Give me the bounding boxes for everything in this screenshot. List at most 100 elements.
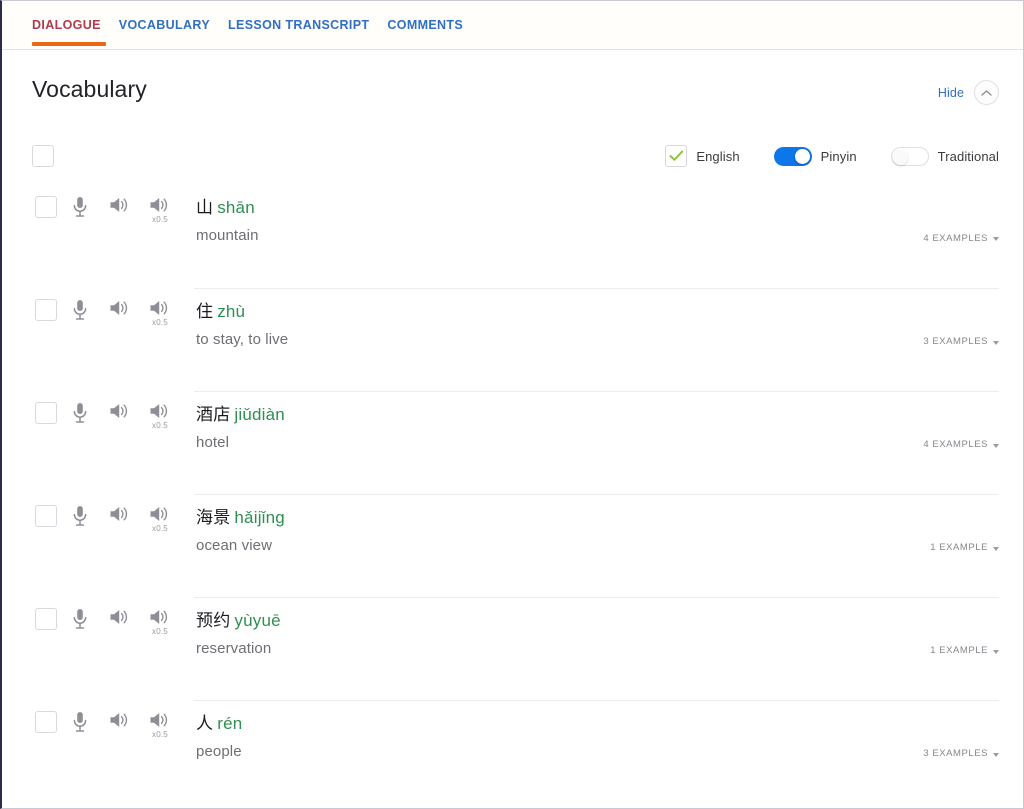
hanzi-text: 住: [196, 302, 214, 321]
play-audio-button[interactable]: [100, 196, 140, 214]
meaning-text: people: [196, 743, 242, 760]
hanzi-text: 海景: [196, 508, 231, 527]
option-english[interactable]: English: [665, 145, 740, 167]
row-select-checkbox[interactable]: [35, 608, 57, 630]
chevron-down-icon: [993, 237, 999, 241]
record-button[interactable]: [60, 402, 100, 424]
tab-lesson-transcript[interactable]: LESSON TRANSCRIPT: [228, 1, 369, 32]
row-checkbox-cell[interactable]: [32, 196, 60, 218]
record-button[interactable]: [60, 711, 100, 733]
tab-vocabulary[interactable]: VOCABULARY: [119, 1, 210, 32]
row-select-checkbox[interactable]: [35, 711, 57, 733]
pinyin-switch[interactable]: [773, 146, 812, 166]
display-option-toggles: English Pinyin Traditional: [665, 145, 999, 167]
speaker-icon: [150, 198, 168, 212]
microphone-icon: [73, 300, 87, 320]
traditional-switch-knob: [892, 149, 908, 165]
play-audio-button[interactable]: [100, 505, 140, 523]
speaker-icon: [150, 507, 168, 521]
play-audio-button[interactable]: [100, 608, 140, 626]
vocabulary-row-5: x0.5 预约 yùyuē reservation 1 EXAMPLE: [32, 597, 999, 700]
pinyin-switch-knob: [794, 148, 810, 164]
option-traditional[interactable]: Traditional: [890, 146, 999, 166]
row-controls: x0.5: [32, 494, 194, 533]
examples-toggle[interactable]: 4 EXAMPLES: [923, 404, 999, 482]
pinyin-text: rén: [217, 714, 243, 733]
row-checkbox-cell[interactable]: [32, 505, 60, 527]
active-tab-indicator: [32, 42, 106, 46]
speaker-icon: [110, 198, 128, 212]
playback-speed-label: x0.5: [152, 627, 168, 636]
row-controls: x0.5: [32, 288, 194, 327]
row-checkbox-cell[interactable]: [32, 608, 60, 630]
vocabulary-row-3: x0.5 酒店 jiǔdiàn hotel 4 EXAMPLES: [32, 391, 999, 494]
row-select-checkbox[interactable]: [35, 299, 57, 321]
examples-toggle[interactable]: 1 EXAMPLE: [930, 507, 999, 585]
play-audio-slow-button[interactable]: x0.5: [140, 608, 180, 636]
play-audio-button[interactable]: [100, 711, 140, 729]
microphone-icon: [73, 609, 87, 629]
play-audio-slow-button[interactable]: x0.5: [140, 299, 180, 327]
examples-toggle[interactable]: 3 EXAMPLES: [923, 713, 999, 791]
chevron-down-icon: [993, 546, 999, 551]
vocabulary-list: x0.5 山 shān mountain 4 EXAMPLES x0.5 住 z…: [2, 185, 1023, 803]
word-line: 海景 hǎijǐng: [196, 507, 285, 529]
vocabulary-section-header: Vocabulary Hide: [2, 50, 1023, 105]
select-all-checkbox[interactable]: [32, 145, 54, 167]
examples-count-label: 3 EXAMPLES: [923, 748, 988, 759]
record-button[interactable]: [60, 196, 100, 218]
vocabulary-page: DIALOGUE VOCABULARY LESSON TRANSCRIPT CO…: [0, 0, 1024, 809]
row-select-checkbox[interactable]: [35, 402, 57, 424]
row-select-checkbox[interactable]: [35, 196, 57, 218]
traditional-label: Traditional: [937, 148, 999, 164]
examples-toggle[interactable]: 3 EXAMPLES: [923, 301, 999, 379]
option-pinyin[interactable]: Pinyin: [773, 146, 857, 166]
traditional-switch[interactable]: [890, 146, 929, 166]
play-audio-slow-button[interactable]: x0.5: [140, 711, 180, 739]
pinyin-text: shān: [217, 198, 255, 217]
pinyin-text: hǎijǐng: [234, 508, 285, 527]
collapse-section-button[interactable]: [974, 80, 999, 105]
play-audio-button[interactable]: [100, 299, 140, 317]
row-checkbox-cell[interactable]: [32, 299, 60, 321]
speaker-icon: [110, 404, 128, 418]
examples-count-label: 1 EXAMPLE: [930, 645, 988, 656]
play-audio-slow-button[interactable]: x0.5: [140, 196, 180, 224]
meaning-text: to stay, to live: [196, 331, 289, 348]
tab-dialogue[interactable]: DIALOGUE: [32, 1, 101, 32]
play-audio-button[interactable]: [100, 402, 140, 420]
row-checkbox-cell[interactable]: [32, 402, 60, 424]
word-block: 海景 hǎijǐng ocean view: [194, 507, 285, 585]
english-label: English: [696, 148, 740, 164]
speaker-icon: [150, 610, 168, 624]
word-block: 预约 yùyuē reservation: [194, 610, 281, 688]
play-audio-slow-button[interactable]: x0.5: [140, 505, 180, 533]
pinyin-label: Pinyin: [820, 148, 857, 164]
speaker-icon: [110, 610, 128, 624]
pinyin-text: zhù: [217, 302, 246, 321]
word-line: 酒店 jiǔdiàn: [196, 404, 285, 426]
vocabulary-row-4: x0.5 海景 hǎijǐng ocean view 1 EXAMPLE: [32, 494, 999, 597]
playback-speed-label: x0.5: [152, 215, 168, 224]
examples-toggle[interactable]: 4 EXAMPLES: [923, 197, 999, 276]
microphone-icon: [73, 403, 87, 423]
word-block: 山 shān mountain: [194, 197, 259, 276]
row-select-checkbox[interactable]: [35, 505, 57, 527]
record-button[interactable]: [60, 505, 100, 527]
examples-toggle[interactable]: 1 EXAMPLE: [930, 610, 999, 688]
playback-speed-label: x0.5: [152, 524, 168, 533]
record-button[interactable]: [60, 299, 100, 321]
vocabulary-row-body: 住 zhù to stay, to live 3 EXAMPLES: [194, 288, 999, 379]
tab-comments[interactable]: COMMENTS: [387, 1, 463, 32]
examples-count-label: 4 EXAMPLES: [923, 232, 988, 244]
word-block: 酒店 jiǔdiàn hotel: [194, 404, 285, 482]
play-audio-slow-button[interactable]: x0.5: [140, 402, 180, 430]
record-button[interactable]: [60, 608, 100, 630]
row-checkbox-cell[interactable]: [32, 711, 60, 733]
english-checkbox[interactable]: [665, 145, 688, 167]
word-line: 山 shān: [196, 197, 259, 219]
speaker-icon: [110, 713, 128, 727]
pinyin-text: yùyuē: [234, 611, 281, 630]
hide-link[interactable]: Hide: [938, 86, 964, 100]
meaning-text: hotel: [196, 434, 230, 451]
